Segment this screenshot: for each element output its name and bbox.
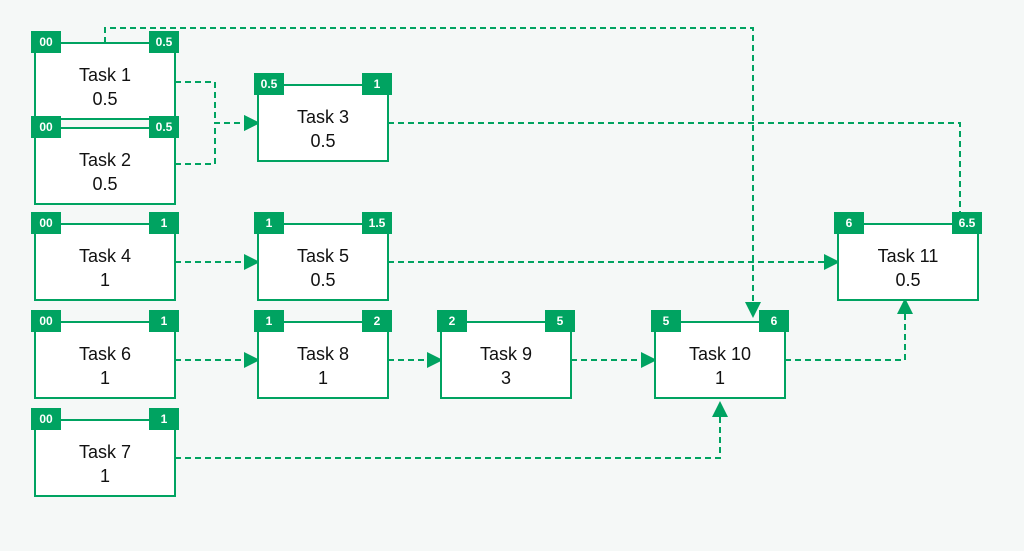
node-t5: 1 1.5 Task 5 0.5: [254, 212, 392, 300]
edge-t10-t11: [785, 300, 905, 360]
task-label: Task 1: [79, 65, 131, 85]
node-t10: 5 6 Task 10 1: [651, 310, 789, 398]
node-t6: 00 1 Task 6 1: [31, 310, 179, 398]
svg-text:1.5: 1.5: [369, 216, 386, 230]
svg-text:Task 11: Task 11: [878, 246, 939, 266]
svg-text:1: 1: [266, 314, 273, 328]
svg-text:00: 00: [39, 216, 53, 230]
svg-text:2: 2: [449, 314, 456, 328]
svg-text:Task 2: Task 2: [79, 150, 131, 170]
svg-text:00: 00: [39, 314, 53, 328]
svg-text:0.5: 0.5: [92, 174, 117, 194]
svg-text:1: 1: [100, 466, 110, 486]
svg-text:00: 00: [39, 412, 53, 426]
edge-t2-t3: [175, 123, 258, 164]
svg-text:1: 1: [100, 270, 110, 290]
svg-text:00: 00: [39, 35, 53, 49]
task-duration: 0.5: [92, 89, 117, 109]
svg-text:Task 8: Task 8: [297, 344, 349, 364]
svg-text:1: 1: [318, 368, 328, 388]
node-t2: 00 0.5 Task 2 0.5: [31, 116, 179, 204]
node-t4: 00 1 Task 4 1: [31, 212, 179, 300]
svg-text:00: 00: [39, 120, 53, 134]
svg-text:1: 1: [161, 412, 168, 426]
svg-text:2: 2: [374, 314, 381, 328]
edge-t1-t10: [105, 28, 753, 316]
node-t11: 6 6.5 Task 11 0.5: [834, 212, 982, 300]
svg-text:Task 4: Task 4: [79, 246, 131, 266]
svg-text:Task 3: Task 3: [297, 107, 349, 127]
svg-text:Task 6: Task 6: [79, 344, 131, 364]
svg-text:0.5: 0.5: [261, 77, 278, 91]
svg-text:1: 1: [374, 77, 381, 91]
svg-text:5: 5: [557, 314, 564, 328]
edge-t3-t11: [388, 123, 960, 231]
svg-text:3: 3: [501, 368, 511, 388]
svg-text:0.5: 0.5: [310, 131, 335, 151]
svg-text:6: 6: [846, 216, 853, 230]
svg-text:1: 1: [161, 314, 168, 328]
svg-text:1: 1: [100, 368, 110, 388]
svg-text:1: 1: [266, 216, 273, 230]
svg-text:Task 5: Task 5: [297, 246, 349, 266]
svg-text:6: 6: [771, 314, 778, 328]
svg-text:5: 5: [663, 314, 670, 328]
svg-text:0.5: 0.5: [156, 35, 173, 49]
svg-text:6.5: 6.5: [959, 216, 976, 230]
node-t8: 1 2 Task 8 1: [254, 310, 392, 398]
node-t7: 00 1 Task 7 1: [31, 408, 179, 496]
svg-text:0.5: 0.5: [310, 270, 335, 290]
svg-text:1: 1: [715, 368, 725, 388]
edge-t7-t10: [175, 403, 720, 458]
edge-t1-t3: [175, 82, 258, 123]
svg-text:Task 9: Task 9: [480, 344, 532, 364]
svg-text:1: 1: [161, 216, 168, 230]
node-t3: 0.5 1 Task 3 0.5: [254, 73, 392, 161]
svg-text:Task 7: Task 7: [79, 442, 131, 462]
svg-text:0.5: 0.5: [895, 270, 920, 290]
node-t9: 2 5 Task 9 3: [437, 310, 575, 398]
node-t1: 00 0.5 Task 1 0.5: [31, 31, 179, 119]
svg-text:0.5: 0.5: [156, 120, 173, 134]
svg-text:Task 10: Task 10: [689, 344, 751, 364]
